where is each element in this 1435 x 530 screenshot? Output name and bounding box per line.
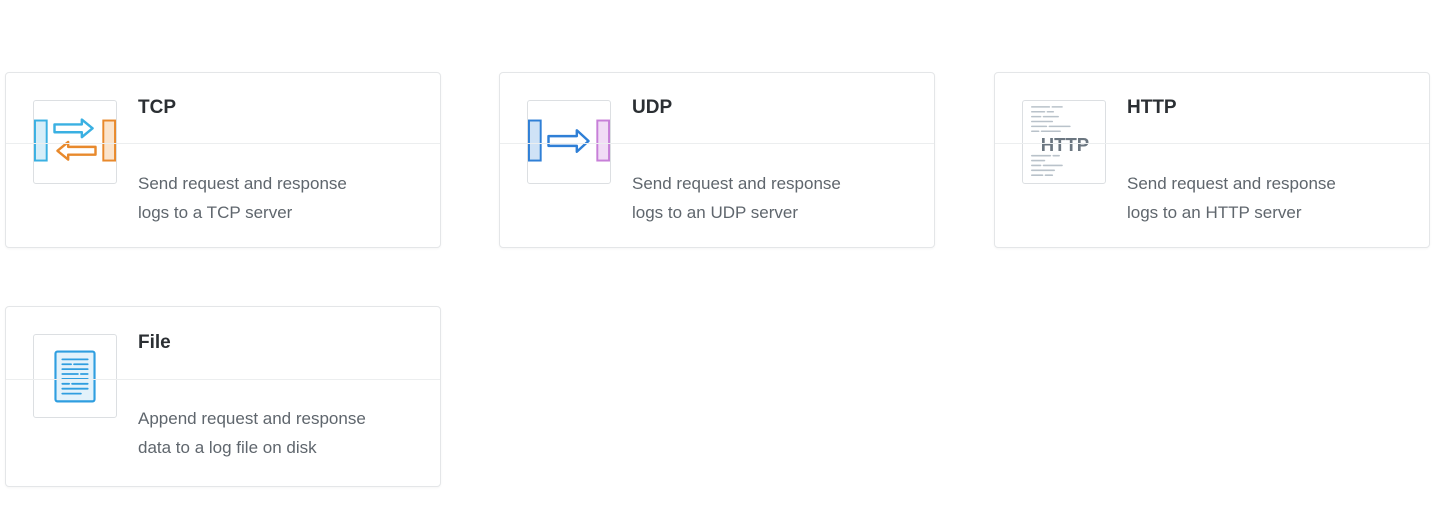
- card-description-line: Send request and response: [632, 174, 841, 193]
- http-icon-text: HTTP: [1041, 134, 1089, 155]
- file-document-icon: [54, 350, 96, 403]
- card-divider: [500, 143, 934, 144]
- card-description: Send request and response logs to a TCP …: [138, 169, 428, 227]
- card-divider: [6, 379, 440, 380]
- card-title: File: [138, 332, 171, 353]
- card-description: Send request and response logs to an HTT…: [1127, 169, 1417, 227]
- card-description-line: logs to an HTTP server: [1127, 203, 1302, 222]
- card-divider: [995, 143, 1429, 144]
- card-divider: [6, 143, 440, 144]
- card-title: TCP: [138, 97, 176, 118]
- udp-one-way-arrow-icon: [528, 119, 610, 162]
- card-description-line: Append request and response: [138, 409, 366, 428]
- card-description-line: data to a log file on disk: [138, 438, 317, 457]
- logging-endpoint-card-file[interactable]: File Append request and response data to…: [5, 306, 441, 487]
- logging-endpoint-card-tcp[interactable]: TCP Send request and response logs to a …: [5, 72, 441, 248]
- card-description: Send request and response logs to an UDP…: [632, 169, 922, 227]
- card-description-line: Send request and response: [1127, 174, 1336, 193]
- card-title: HTTP: [1127, 97, 1177, 118]
- file-icon-box: [33, 334, 117, 418]
- card-description: Append request and response data to a lo…: [138, 404, 428, 462]
- logging-endpoint-card-http[interactable]: HTTP HTTP Send request and response logs…: [994, 72, 1430, 248]
- tcp-icon-box: [33, 100, 117, 184]
- http-document-icon: HTTP: [1031, 106, 1089, 176]
- http-icon-box: HTTP: [1022, 100, 1106, 184]
- udp-icon-box: [527, 100, 611, 184]
- card-description-line: logs to an UDP server: [632, 203, 798, 222]
- logging-endpoint-card-udp[interactable]: UDP Send request and response logs to an…: [499, 72, 935, 248]
- card-description-line: logs to a TCP server: [138, 203, 293, 222]
- card-description-line: Send request and response: [138, 174, 347, 193]
- card-title: UDP: [632, 97, 673, 118]
- tcp-bidirectional-arrows-icon: [34, 118, 116, 162]
